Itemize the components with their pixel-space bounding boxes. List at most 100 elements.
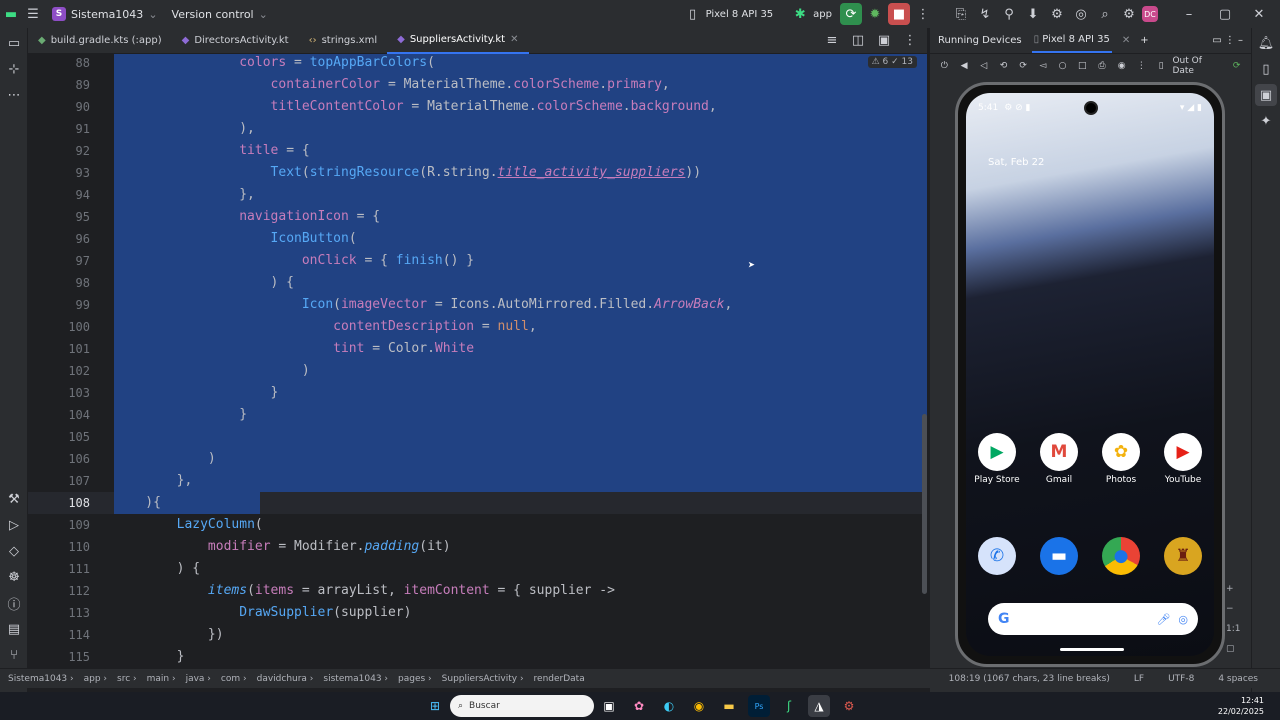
google-search-bar[interactable]: G 🎤︎ ◎ bbox=[988, 603, 1198, 635]
volume-down-icon[interactable]: ◁ bbox=[975, 58, 992, 75]
clock[interactable]: 12:41 22/02/2025 bbox=[1218, 695, 1280, 717]
chrome-taskbar-icon[interactable]: ◉ bbox=[688, 695, 710, 717]
breadcrumb-item[interactable]: pages › bbox=[398, 674, 432, 684]
breadcrumb-item[interactable]: main › bbox=[147, 674, 176, 684]
snapshot-icon[interactable]: ⎙ bbox=[1094, 58, 1111, 75]
design-view-icon[interactable]: ▣ bbox=[873, 30, 895, 52]
split-view-icon[interactable]: ◫ bbox=[847, 30, 869, 52]
device-selector[interactable]: Pixel 8 API 35 bbox=[706, 9, 774, 20]
minimize-icon[interactable]: – bbox=[1178, 3, 1200, 25]
encoding[interactable]: UTF-8 bbox=[1168, 674, 1194, 684]
indent[interactable]: 4 spaces bbox=[1218, 674, 1258, 684]
app-youtube[interactable]: ▶ YouTube bbox=[1158, 433, 1208, 485]
power-icon[interactable]: ⏻ bbox=[936, 58, 953, 75]
apply-changes-icon[interactable]: ↯ bbox=[974, 3, 996, 25]
breadcrumb-item[interactable]: com › bbox=[221, 674, 247, 684]
breadcrumb-item[interactable]: SuppliersActivity › bbox=[442, 674, 524, 684]
home-icon[interactable]: ○ bbox=[1054, 58, 1071, 75]
tab-build-gradle[interactable]: ◆ build.gradle.kts (:app) bbox=[28, 28, 172, 54]
refresh-icon[interactable]: ⟳ bbox=[1228, 58, 1245, 75]
terminal-icon[interactable]: ▤ bbox=[3, 618, 25, 640]
avatar[interactable]: DC bbox=[1142, 6, 1158, 22]
other-app-icon[interactable]: ⚙ bbox=[838, 695, 860, 717]
app-play-store[interactable]: ▶ Play Store bbox=[972, 433, 1022, 485]
rotate-right-icon[interactable]: ⟳ bbox=[1015, 58, 1032, 75]
device-mirror-icon[interactable]: ◎ bbox=[1070, 3, 1092, 25]
overview-icon[interactable]: □ bbox=[1074, 58, 1091, 75]
gradle-icon[interactable]: ⚙ bbox=[1046, 3, 1068, 25]
edge-icon[interactable]: ◐ bbox=[658, 695, 680, 717]
android-studio-icon[interactable]: ◮ bbox=[808, 695, 830, 717]
caret-position[interactable]: 108:19 (1067 chars, 23 line breaks) bbox=[949, 674, 1110, 684]
tab-directors-activity[interactable]: ◆ DirectorsActivity.kt bbox=[172, 28, 299, 54]
run-icon[interactable]: ▷ bbox=[3, 514, 25, 536]
explorer-icon[interactable]: ▬ bbox=[718, 695, 740, 717]
close-device-tab-icon[interactable]: ✕ bbox=[1122, 35, 1130, 46]
tabs-menu-icon[interactable]: ⋮ bbox=[899, 30, 921, 52]
breadcrumb-item[interactable]: renderData bbox=[534, 674, 585, 684]
git-icon[interactable]: ⑂ bbox=[3, 644, 25, 666]
breadcrumb-item[interactable]: java › bbox=[186, 674, 211, 684]
tab-strings-xml[interactable]: ‹› strings.xml bbox=[299, 28, 388, 54]
code-editor[interactable]: 88 89 90 91 92 93 94 95 96 97 98 99 100 101 102 103 104 1… bbox=[28, 54, 927, 668]
line-separator[interactable]: LF bbox=[1134, 674, 1144, 684]
breadcrumb-item[interactable]: davidchura › bbox=[257, 674, 314, 684]
project-selector[interactable]: S Sistema1043 ⌄ bbox=[52, 7, 158, 21]
app-s-icon[interactable]: ʃ bbox=[778, 695, 800, 717]
photoshop-icon[interactable]: Ps bbox=[748, 695, 770, 717]
record-icon[interactable]: ⋮ bbox=[1133, 58, 1150, 75]
settings-icon[interactable]: ⚙ bbox=[1118, 3, 1140, 25]
close-icon[interactable]: ✕ bbox=[1248, 3, 1270, 25]
stop-icon[interactable]: ■ bbox=[888, 3, 910, 25]
app-phone[interactable]: ✆ bbox=[972, 537, 1022, 575]
app-quality-icon[interactable]: ◇ bbox=[3, 540, 25, 562]
start-icon[interactable]: ⊞ bbox=[424, 695, 446, 717]
breadcrumb-item[interactable]: sistema1043 › bbox=[323, 674, 388, 684]
sdk-icon[interactable]: ⬇ bbox=[1022, 3, 1044, 25]
running-devices-icon[interactable]: ▣ bbox=[1255, 84, 1277, 106]
add-device-icon[interactable]: + bbox=[1140, 35, 1148, 46]
volume-up-icon[interactable]: ◀︎ bbox=[956, 58, 973, 75]
app-custom[interactable]: ♜ bbox=[1158, 537, 1208, 575]
close-tab-icon[interactable]: ✕ bbox=[510, 34, 518, 45]
app-chrome[interactable]: ● bbox=[1096, 537, 1146, 575]
gesture-bar[interactable] bbox=[1060, 648, 1124, 651]
zoom-out-icon[interactable]: − bbox=[1226, 604, 1240, 614]
build-icon[interactable]: ⚒ bbox=[3, 488, 25, 510]
device-tab[interactable]: ▯ Pixel 8 API 35 bbox=[1031, 28, 1112, 53]
vcs-menu[interactable]: Version control ⌄ bbox=[172, 8, 268, 21]
screenshot-icon[interactable]: ◉ bbox=[1113, 58, 1130, 75]
back-icon[interactable]: ◅ bbox=[1035, 58, 1052, 75]
debug-icon[interactable]: ✹ bbox=[864, 3, 886, 25]
rerun-icon[interactable]: ⟳ bbox=[840, 3, 862, 25]
mirror-icon[interactable]: ▯ bbox=[1153, 58, 1170, 75]
sync-icon[interactable]: ⎘ bbox=[950, 3, 972, 25]
device-manager-icon[interactable]: ▯ bbox=[1255, 58, 1277, 80]
app-photos[interactable]: ✿ Photos bbox=[1096, 433, 1146, 485]
logcat-icon[interactable]: ☸ bbox=[3, 566, 25, 588]
more-tools-icon[interactable]: ⋯ bbox=[3, 84, 25, 106]
tab-suppliers-activity[interactable]: ◆ SuppliersActivity.kt ✕ bbox=[387, 28, 529, 54]
taskbar-search[interactable]: ⌕ Buscar bbox=[450, 695, 594, 717]
search-icon[interactable]: ⌕ bbox=[1094, 3, 1116, 25]
app-messages[interactable]: ▬ bbox=[1034, 537, 1084, 575]
date-widget[interactable]: Sat, Feb 22 bbox=[988, 157, 1044, 168]
code-view-icon[interactable]: ≡ bbox=[821, 30, 843, 52]
structure-icon[interactable]: ⊹ bbox=[3, 58, 25, 80]
breadcrumb-item[interactable]: app › bbox=[84, 674, 107, 684]
run-config[interactable]: app bbox=[813, 9, 832, 20]
folder-icon[interactable]: ▭ bbox=[3, 32, 25, 54]
maximize-icon[interactable]: ▢ bbox=[1214, 3, 1236, 25]
inspection-widget[interactable]: ⚠ 6 ✓ 13 bbox=[867, 56, 917, 68]
editor-scrollbar[interactable] bbox=[922, 414, 927, 594]
lens-icon[interactable]: ◎ bbox=[1178, 613, 1188, 626]
problems-icon[interactable]: ⓘ bbox=[3, 592, 25, 614]
task-view-icon[interactable]: ▣ bbox=[598, 695, 620, 717]
breadcrumb-item[interactable]: Sistema1043 › bbox=[8, 674, 74, 684]
zoom-fit-icon[interactable]: ▢ bbox=[1226, 644, 1240, 654]
copilot-icon[interactable]: ✿ bbox=[628, 695, 650, 717]
breadcrumb-item[interactable]: src › bbox=[117, 674, 137, 684]
zoom-in-icon[interactable]: + bbox=[1226, 584, 1240, 594]
gemini-icon[interactable]: ✦ bbox=[1255, 110, 1277, 132]
device-screen[interactable]: 5:41 ⚙ ⊘ ▮ ▾ ◢ ▮ Sat, Feb 22 ▶ Play Store … bbox=[966, 93, 1214, 656]
